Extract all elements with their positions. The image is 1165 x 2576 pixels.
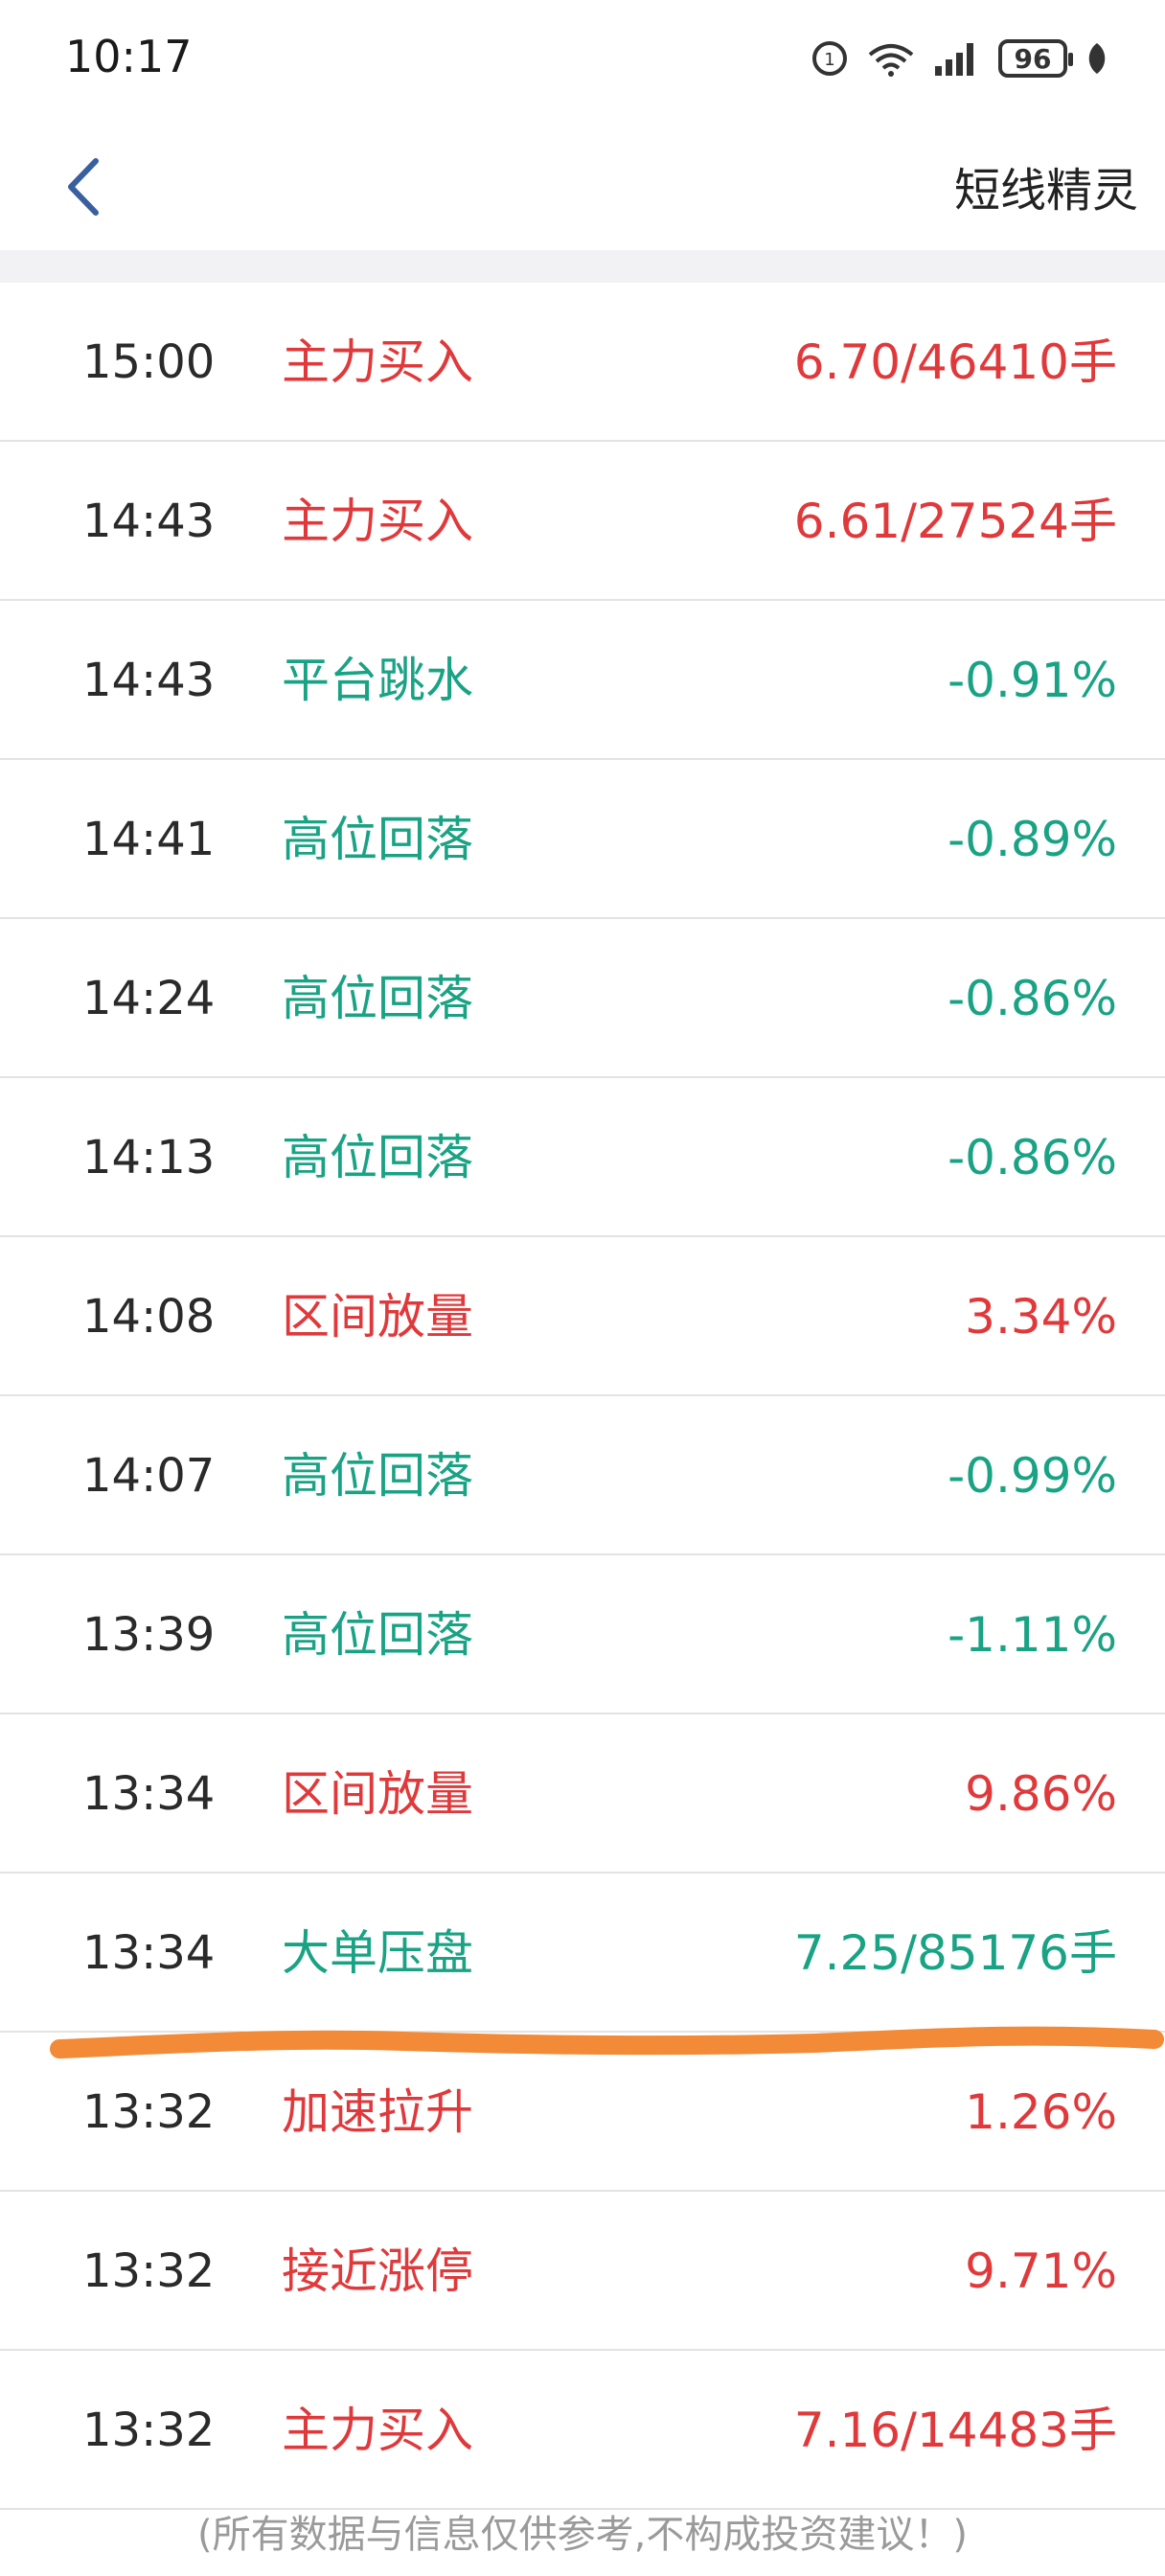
signal-value: -0.86% — [948, 1130, 1117, 1185]
signal-type: 主力买入 — [282, 494, 473, 549]
signal-type: 区间放量 — [282, 1766, 473, 1822]
signal-time: 14:43 — [82, 494, 216, 548]
signal-value: 9.86% — [965, 1766, 1117, 1822]
list-item[interactable]: 14:07 高位回落 -0.99% — [0, 1396, 1165, 1555]
leaf-icon — [1088, 43, 1106, 74]
list-item[interactable]: 14:43 平台跳水 -0.91% — [0, 601, 1165, 760]
signal-type: 区间放量 — [282, 1289, 473, 1345]
signal-time: 13:32 — [82, 2244, 216, 2298]
signal-value: 6.70/46410手 — [793, 334, 1117, 390]
signal-list: 15:00 主力买入 6.70/46410手 14:43 主力买入 6.61/27524手… — [0, 283, 1165, 2510]
signal-type: 主力买入 — [282, 2403, 473, 2458]
signal-value: -0.99% — [948, 1448, 1117, 1504]
signal-value: -0.91% — [948, 653, 1117, 708]
signal-type: 高位回落 — [282, 812, 473, 867]
list-item[interactable]: 14:13 高位回落 -0.86% — [0, 1078, 1165, 1237]
signal-time: 14:43 — [82, 654, 216, 707]
list-item[interactable]: 15:00 主力买入 6.70/46410手 — [0, 283, 1165, 442]
list-item[interactable]: 13:32 主力买入 7.16/14483手 — [0, 2351, 1165, 2510]
list-item[interactable]: 13:32 加速拉升 1.26% — [0, 2033, 1165, 2192]
status-time: 10:17 — [65, 31, 193, 82]
signal-time: 14:41 — [82, 813, 216, 866]
signal-type: 平台跳水 — [282, 653, 473, 708]
signal-value: -1.11% — [948, 1607, 1117, 1663]
signal-time: 15:00 — [82, 335, 216, 389]
hd-icon: 1 — [812, 41, 847, 76]
signal-time: 13:34 — [82, 1767, 216, 1821]
status-bar: 10:17 1 96 — [0, 0, 1165, 120]
list-item[interactable]: 13:32 接近涨停 9.71% — [0, 2192, 1165, 2351]
list-item[interactable]: 13:34 区间放量 9.86% — [0, 1714, 1165, 1874]
signal-time: 13:39 — [82, 1608, 216, 1662]
signal-type: 主力买入 — [282, 334, 473, 390]
wifi-icon — [868, 44, 914, 77]
signal-value: 7.16/14483手 — [793, 2403, 1117, 2458]
signal-value: -0.86% — [948, 971, 1117, 1026]
list-item[interactable]: 14:41 高位回落 -0.89% — [0, 760, 1165, 919]
signal-time: 14:08 — [82, 1290, 216, 1344]
back-arrow-icon[interactable] — [59, 153, 117, 220]
list-item[interactable]: 13:39 高位回落 -1.11% — [0, 1555, 1165, 1714]
signal-time: 13:32 — [82, 2404, 216, 2457]
list-item[interactable]: 14:24 高位回落 -0.86% — [0, 919, 1165, 1078]
battery-icon: 96 — [998, 39, 1073, 78]
list-item[interactable]: 14:43 主力买入 6.61/27524手 — [0, 442, 1165, 601]
list-item[interactable]: 14:08 区间放量 3.34% — [0, 1237, 1165, 1396]
signal-value: 1.26% — [965, 2084, 1117, 2140]
disclaimer-text: (所有数据与信息仅供参考,不构成投资建议！) — [197, 2513, 968, 2557]
signal-value: -0.89% — [948, 812, 1117, 867]
status-icons: 1 96 — [811, 36, 1109, 80]
signal-type: 高位回落 — [282, 1607, 473, 1663]
signal-value: 6.61/27524手 — [793, 494, 1117, 549]
nav-bar: 短线精灵 — [0, 120, 1165, 250]
signal-type: 大单压盘 — [282, 1925, 473, 1981]
signal-icon — [935, 43, 973, 76]
signal-time: 14:07 — [82, 1449, 216, 1503]
signal-type: 接近涨停 — [282, 2243, 473, 2299]
signal-time: 14:24 — [82, 972, 216, 1025]
list-item[interactable]: 13:34 大单压盘 7.25/85176手 — [0, 1874, 1165, 2033]
signal-time: 13:32 — [82, 2085, 216, 2139]
signal-type: 高位回落 — [282, 971, 473, 1026]
svg-text:1: 1 — [824, 50, 834, 70]
signal-type: 加速拉升 — [282, 2084, 473, 2140]
page-title: 短线精灵 — [953, 164, 1138, 218]
signal-type: 高位回落 — [282, 1130, 473, 1185]
signal-type: 高位回落 — [282, 1448, 473, 1504]
section-divider — [0, 250, 1165, 283]
signal-value: 3.34% — [965, 1289, 1117, 1345]
battery-level: 96 — [1014, 42, 1052, 75]
signal-time: 14:13 — [82, 1131, 216, 1184]
signal-value: 7.25/85176手 — [793, 1925, 1117, 1981]
signal-value: 9.71% — [965, 2243, 1117, 2299]
signal-time: 13:34 — [82, 1926, 216, 1980]
